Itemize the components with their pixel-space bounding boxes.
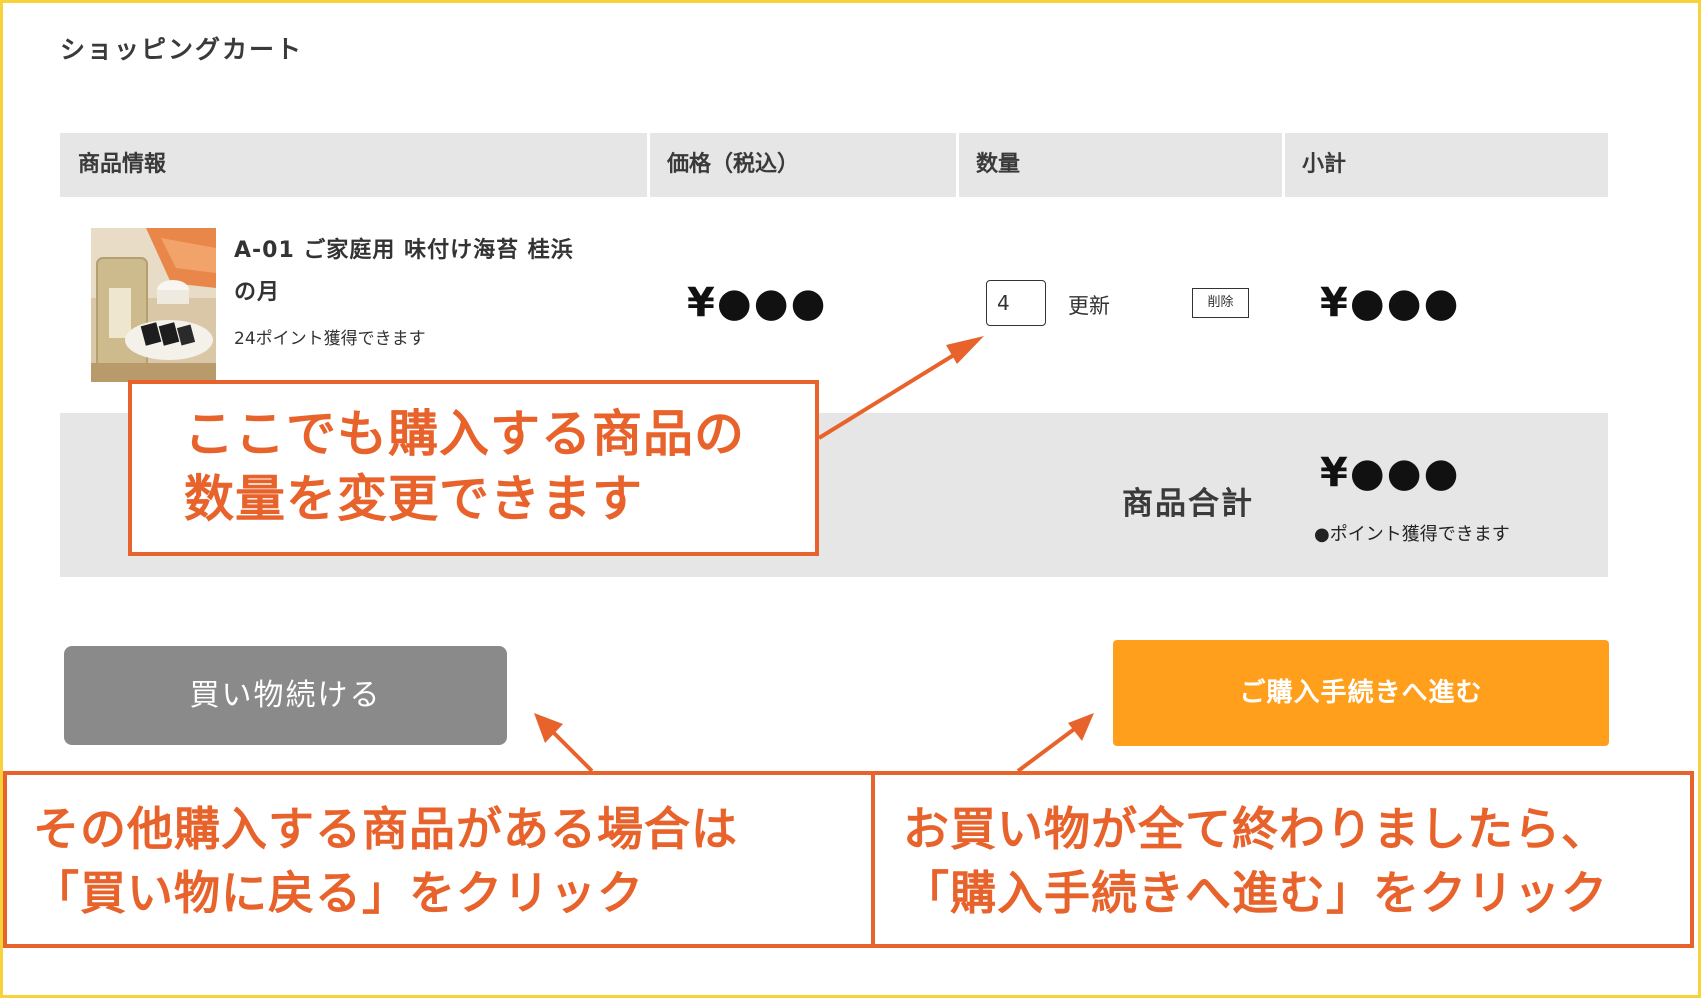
arrow-to-quantity-icon <box>817 348 964 440</box>
arrowhead-icon <box>1068 713 1094 741</box>
arrow-to-checkout-button-icon <box>1016 725 1079 773</box>
arrow-to-continue-button-icon <box>548 727 594 773</box>
annotation-arrows <box>534 336 1094 773</box>
arrowhead-icon <box>946 336 984 364</box>
